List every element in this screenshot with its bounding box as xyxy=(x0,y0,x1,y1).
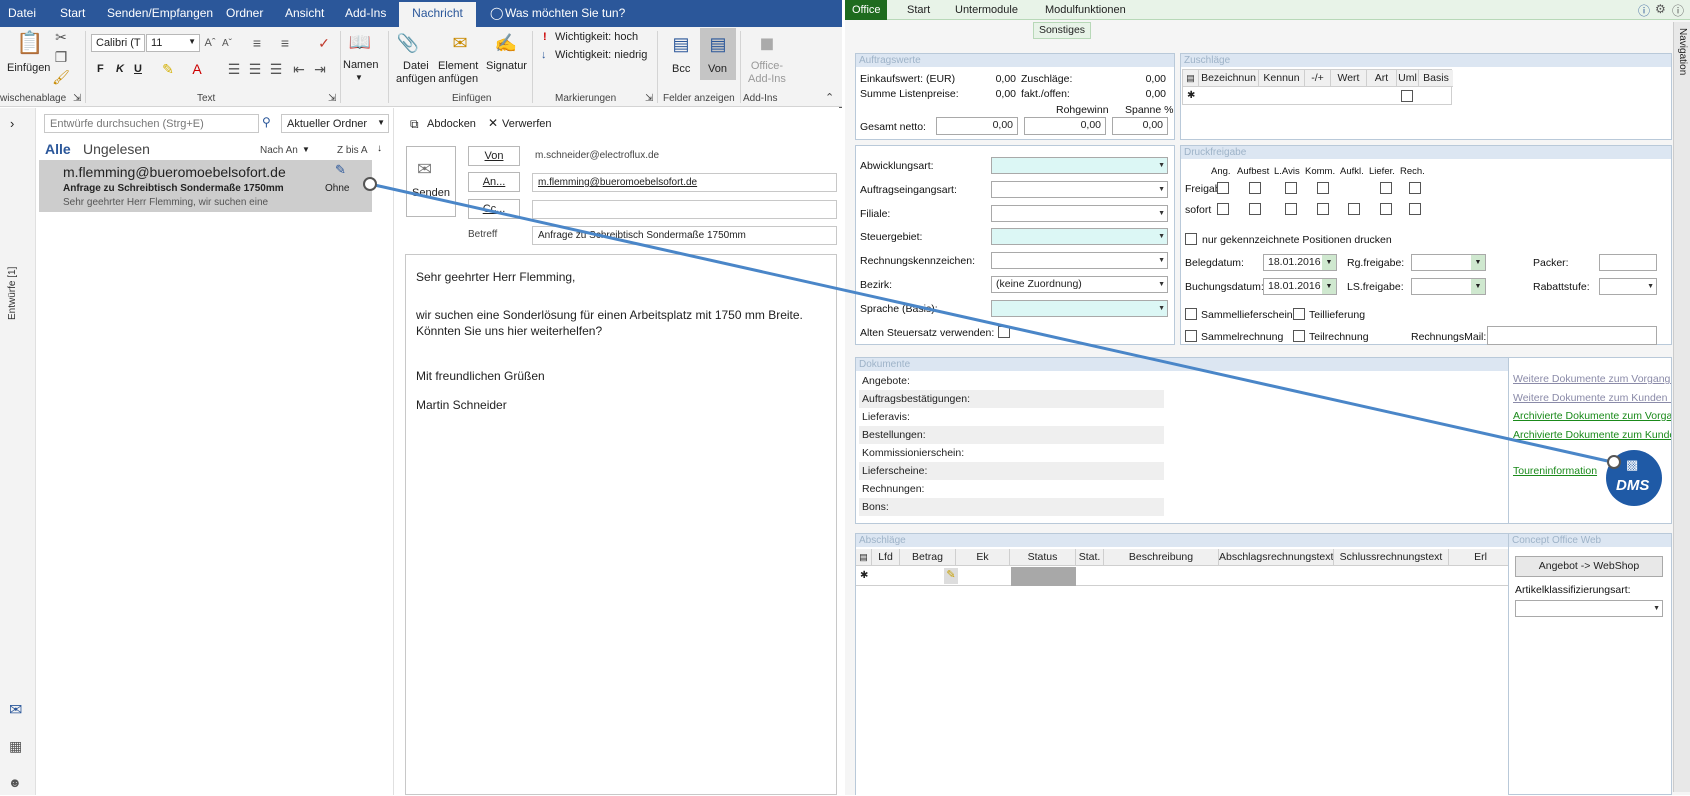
drag-arrow-line xyxy=(369,182,1613,464)
drag-arrow-overlay xyxy=(363,177,1621,469)
drag-end-marker xyxy=(1607,455,1621,469)
drag-start-marker xyxy=(363,177,377,191)
